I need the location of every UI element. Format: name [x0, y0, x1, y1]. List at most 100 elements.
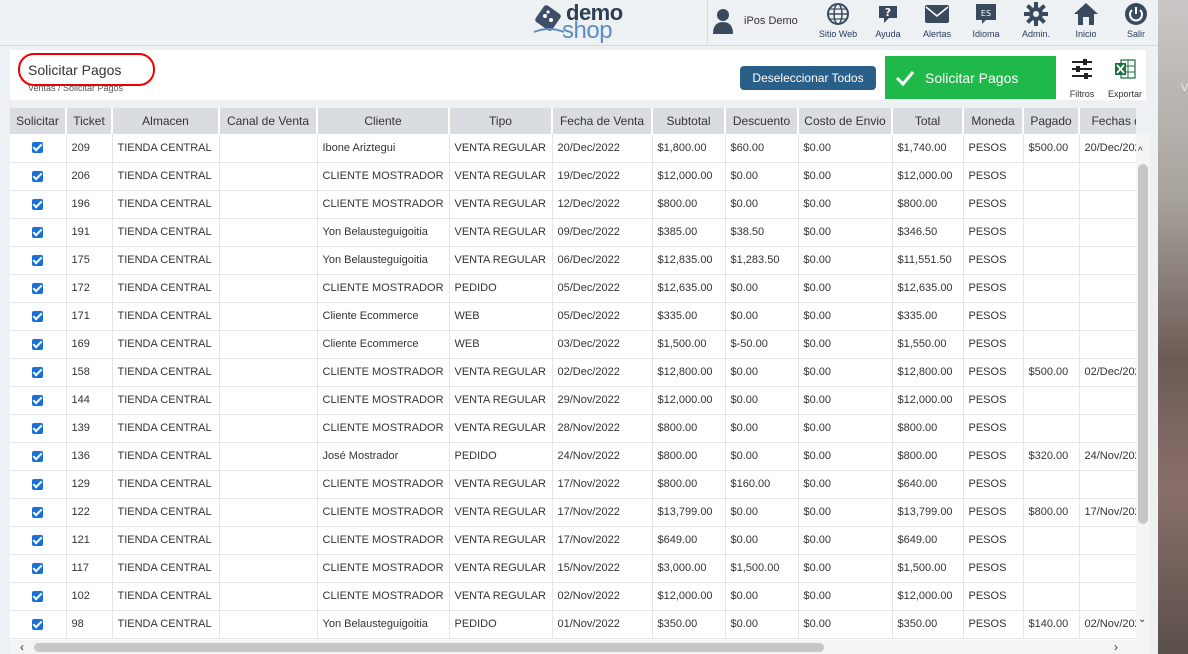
table-row[interactable]: 191 TIENDA CENTRAL Yon Belausteguigoitia VE… [10, 218, 1136, 247]
row-checkbox[interactable] [32, 534, 44, 546]
user-icon [713, 9, 733, 34]
scroll-left-icon[interactable]: ‹ [20, 640, 24, 654]
row-checkbox[interactable] [32, 170, 44, 182]
gear-icon [1024, 2, 1048, 26]
table-row[interactable]: 206 TIENDA CENTRAL CLIENTE MOSTRADOR VENTA … [10, 162, 1136, 191]
nav-ayuda[interactable]: ? Ayuda [864, 2, 912, 42]
row-checkbox[interactable] [32, 226, 44, 238]
vertical-scroll-thumb[interactable] [1138, 164, 1148, 524]
row-checkbox[interactable] [32, 422, 44, 434]
filters-button[interactable]: Filtros [1062, 58, 1102, 100]
deselect-all-button[interactable]: Deseleccionar Todos [740, 66, 876, 90]
table-row[interactable]: 172 TIENDA CENTRAL CLIENTE MOSTRADOR PEDIDO… [10, 274, 1136, 303]
row-checkbox[interactable] [32, 366, 44, 378]
table-cell: 02/Nov/2022 [552, 582, 653, 611]
row-checkbox[interactable] [32, 282, 44, 294]
row-checkbox[interactable] [32, 618, 44, 630]
request-payments-button[interactable]: Solicitar Pagos [885, 56, 1056, 99]
row-checkbox[interactable] [32, 562, 44, 574]
table-cell: PESOS [963, 218, 1024, 247]
export-button[interactable]: Exportar [1104, 58, 1146, 100]
table-row[interactable]: 117 TIENDA CENTRAL CLIENTE MOSTRADOR VENTA … [10, 554, 1136, 583]
column-header[interactable]: Fecha de Venta [552, 108, 653, 134]
table-cell [219, 582, 318, 611]
table-cell: 158 [66, 358, 113, 387]
nav-alertas[interactable]: Alertas [913, 2, 961, 42]
column-header[interactable]: Cliente [317, 108, 450, 134]
scroll-up-icon[interactable]: ^ [1138, 146, 1143, 157]
table-cell: $0.00 [725, 162, 799, 191]
scroll-right-icon[interactable]: › [1114, 640, 1118, 654]
demo-shop-logo[interactable]: demo shop [532, 0, 642, 44]
table-row[interactable]: 139 TIENDA CENTRAL CLIENTE MOSTRADOR VENTA … [10, 414, 1136, 443]
table-cell: 129 [66, 470, 113, 499]
table-cell: Ibone Ariztegui [317, 134, 450, 163]
table-row[interactable]: 175 TIENDA CENTRAL Yon Belausteguigoitia VE… [10, 246, 1136, 275]
table-cell: $0.00 [798, 330, 893, 359]
horizontal-scroll-thumb[interactable] [34, 643, 824, 652]
nav-sitio-web[interactable]: Sitio Web [814, 2, 862, 42]
table-cell: TIENDA CENTRAL [112, 358, 220, 387]
row-checkbox[interactable] [32, 590, 44, 602]
table-cell: PESOS [963, 414, 1024, 443]
row-checkbox[interactable] [32, 338, 44, 350]
table-cell: $500.00 [1023, 358, 1080, 387]
table-cell: PESOS [963, 386, 1024, 415]
svg-text:?: ? [885, 6, 891, 19]
table-row[interactable]: 209 TIENDA CENTRAL Ibone Ariztegui VENTA RE… [10, 134, 1136, 163]
table-row[interactable]: 98 TIENDA CENTRAL Yon Belausteguigoitia PED… [10, 610, 1136, 639]
nav-inicio[interactable]: Inicio [1062, 2, 1110, 42]
table-row[interactable]: 136 TIENDA CENTRAL José Mostrador PEDIDO 24/… [10, 442, 1136, 471]
nav-admin[interactable]: Admin. [1012, 2, 1060, 42]
column-header[interactable]: Canal de Venta [219, 108, 318, 134]
sales-table-container[interactable]: Solicitar Ticket Almacen Canal de Venta Clie… [10, 108, 1136, 640]
table-row[interactable]: 122 TIENDA CENTRAL CLIENTE MOSTRADOR VENTA … [10, 498, 1136, 527]
row-checkbox[interactable] [32, 142, 44, 154]
column-header[interactable]: Tipo [449, 108, 553, 134]
row-select-cell [10, 330, 67, 359]
scroll-down-icon[interactable]: ⌄ [1138, 614, 1146, 625]
table-cell: TIENDA CENTRAL [112, 218, 220, 247]
column-header[interactable]: Total [892, 108, 964, 134]
horizontal-scrollbar[interactable]: ‹ › [10, 640, 1150, 654]
table-row[interactable]: 158 TIENDA CENTRAL CLIENTE MOSTRADOR VENTA … [10, 358, 1136, 387]
column-header[interactable]: Pagado [1023, 108, 1080, 134]
table-row[interactable]: 129 TIENDA CENTRAL CLIENTE MOSTRADOR VENTA … [10, 470, 1136, 499]
table-row[interactable]: 196 TIENDA CENTRAL CLIENTE MOSTRADOR VENTA … [10, 190, 1136, 219]
row-checkbox[interactable] [32, 450, 44, 462]
table-cell: $385.00 [652, 218, 726, 247]
breadcrumb[interactable]: Ventas / Solicitar Pagos [28, 83, 123, 93]
user-menu[interactable]: iPos Demo [712, 6, 798, 36]
table-row[interactable]: 102 TIENDA CENTRAL CLIENTE MOSTRADOR VENTA … [10, 582, 1136, 611]
row-checkbox[interactable] [32, 310, 44, 322]
table-row[interactable]: 171 TIENDA CENTRAL Cliente Ecommerce WEB 05/… [10, 302, 1136, 331]
row-checkbox[interactable] [32, 254, 44, 266]
nav-idioma[interactable]: ES Idioma [962, 2, 1010, 42]
table-row[interactable]: 144 TIENDA CENTRAL CLIENTE MOSTRADOR VENTA … [10, 386, 1136, 415]
row-checkbox[interactable] [32, 394, 44, 406]
table-cell: $0.00 [798, 246, 893, 275]
table-cell [219, 162, 318, 191]
vertical-scrollbar[interactable]: ^ ⌄ [1136, 134, 1150, 640]
column-header[interactable]: Fechas de [1079, 108, 1136, 134]
column-header[interactable]: Solicitar [10, 108, 67, 134]
column-header[interactable]: Costo de Envio [798, 108, 893, 134]
table-cell: CLIENTE MOSTRADOR [317, 162, 450, 191]
column-header[interactable]: Ticket [66, 108, 113, 134]
nav-salir[interactable]: Salir [1112, 2, 1158, 42]
table-row[interactable]: 121 TIENDA CENTRAL CLIENTE MOSTRADOR VENTA … [10, 526, 1136, 555]
table-cell: $800.00 [1023, 498, 1080, 527]
row-checkbox[interactable] [32, 198, 44, 210]
row-checkbox[interactable] [32, 506, 44, 518]
column-header[interactable]: Moneda [963, 108, 1024, 134]
column-header[interactable]: Subtotal [652, 108, 726, 134]
column-header[interactable]: Almacen [112, 108, 220, 134]
table-cell [1023, 162, 1080, 191]
table-row[interactable]: 169 TIENDA CENTRAL Cliente Ecommerce WEB 03/… [10, 330, 1136, 359]
column-header[interactable]: Descuento [725, 108, 799, 134]
table-cell: $13,799.00 [652, 498, 726, 527]
table-cell [219, 190, 318, 219]
table-cell: PEDIDO [449, 610, 553, 639]
row-checkbox[interactable] [32, 478, 44, 490]
background-window-edge: V [1158, 0, 1188, 654]
